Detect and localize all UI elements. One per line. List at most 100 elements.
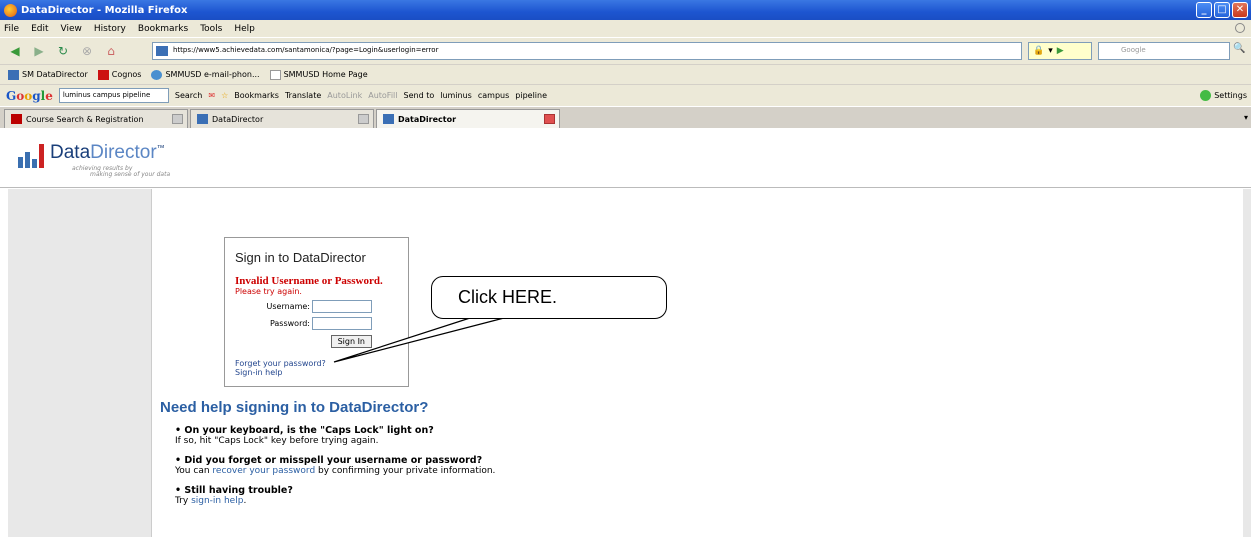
forward-icon[interactable]: ▶: [30, 42, 48, 60]
right-gutter: [1243, 189, 1251, 537]
menu-help[interactable]: Help: [234, 24, 255, 34]
bookmark-label: SMMUSD Home Page: [283, 70, 368, 79]
star-icon[interactable]: ☆: [221, 91, 228, 100]
tab-close-icon[interactable]: [172, 114, 183, 124]
signin-help-link[interactable]: Sign-in help: [235, 368, 326, 377]
bookmark-label: Cognos: [111, 70, 142, 79]
help-item-title: • Did you forget or misspell your userna…: [175, 455, 483, 466]
site-favicon-icon: [156, 46, 168, 56]
bookmark-cognos[interactable]: Cognos: [97, 69, 142, 80]
menu-history[interactable]: History: [94, 24, 126, 34]
minimize-icon[interactable]: _: [1196, 2, 1212, 18]
google-campus-button[interactable]: campus: [478, 91, 509, 100]
help-item-text: Try sign-in help.: [175, 496, 247, 506]
logo-tagline: achieving results by making sense of you…: [72, 165, 171, 178]
gmail-icon[interactable]: ✉: [208, 91, 215, 100]
tab-list-icon[interactable]: ▾: [1244, 113, 1248, 122]
reload-icon[interactable]: ↻: [54, 42, 72, 60]
maximize-icon[interactable]: □: [1214, 2, 1230, 18]
help-item-title: • On your keyboard, is the "Caps Lock" l…: [175, 425, 434, 436]
tab-datadirector-1[interactable]: DataDirector: [190, 109, 374, 128]
tab-label: DataDirector: [398, 114, 457, 124]
menu-bookmarks[interactable]: Bookmarks: [138, 24, 188, 34]
menu-tools[interactable]: Tools: [200, 24, 222, 34]
signin-title: Sign in to DataDirector: [235, 250, 366, 265]
firefox-icon: [4, 3, 17, 17]
tab-close-icon[interactable]: [544, 114, 555, 124]
error-hint: Please try again.: [235, 287, 302, 296]
sign-in-button[interactable]: Sign In: [330, 335, 372, 348]
username-field[interactable]: [312, 300, 372, 313]
google-toolbar: Google luminus campus pipeline Search ✉ …: [0, 84, 1251, 106]
url-bar-buttons: 🔒 ▾ ▶: [1028, 42, 1092, 60]
help-heading: Need help signing in to DataDirector?: [160, 399, 429, 416]
bookmark-icon: [151, 69, 163, 80]
callout-annotation: Click HERE.: [431, 276, 667, 319]
go-icon[interactable]: ▶: [1057, 46, 1064, 56]
search-icon[interactable]: 🔍: [1233, 43, 1247, 57]
tab-datadirector-2[interactable]: DataDirector: [376, 109, 560, 128]
forgot-password-link[interactable]: Forget your password?: [235, 359, 326, 368]
password-label: Password:: [269, 319, 310, 328]
signin-links: Forget your password? Sign-in help: [235, 359, 326, 377]
tab-favicon-icon: [383, 114, 394, 124]
menu-bar: File Edit View History Bookmarks Tools H…: [0, 20, 1251, 37]
google-sendto-button[interactable]: Send to: [404, 91, 435, 100]
google-search-input[interactable]: luminus campus pipeline: [58, 88, 169, 103]
google-autofill-button[interactable]: AutoFill: [368, 91, 397, 100]
bookmark-label: SM DataDirector: [22, 70, 88, 79]
settings-label: Settings: [1214, 91, 1247, 100]
window-title-bar: DataDirector - Mozilla Firefox _ □ ✕: [0, 0, 1251, 20]
bookmark-sm-datadirector[interactable]: SM DataDirector: [8, 69, 88, 80]
tab-close-icon[interactable]: [358, 114, 369, 124]
search-input[interactable]: Google: [1098, 42, 1230, 60]
url-bar[interactable]: https://www5.achievedata.com/santamonica…: [152, 42, 1022, 60]
google-pipeline-button[interactable]: pipeline: [515, 91, 547, 100]
help-item-text: If so, hit "Caps Lock" key before trying…: [175, 436, 379, 446]
callout-text: Click HERE.: [458, 287, 558, 307]
dropdown-arrow-icon[interactable]: ▾: [1048, 46, 1053, 56]
google-luminus-button[interactable]: luminus: [440, 91, 472, 100]
bookmark-label: SMMUSD e-mail-phon...: [165, 70, 260, 79]
error-message: Invalid Username or Password.: [235, 275, 383, 287]
left-gutter: [8, 189, 151, 537]
home-icon[interactable]: ⌂: [102, 42, 120, 60]
tab-favicon-icon: [11, 114, 22, 124]
menu-edit[interactable]: Edit: [31, 24, 48, 34]
bookmark-icon: [269, 69, 281, 80]
google-translate-button[interactable]: Translate: [285, 91, 321, 100]
lock-icon[interactable]: 🔒: [1033, 46, 1044, 56]
signin-help-link-2[interactable]: sign-in help: [191, 496, 243, 506]
back-icon[interactable]: ◀: [6, 42, 24, 60]
password-field[interactable]: [312, 317, 372, 330]
close-icon[interactable]: ✕: [1232, 2, 1248, 18]
throbber-icon: [1235, 23, 1245, 33]
tab-bar: Course Search & Registration DataDirecto…: [0, 106, 1251, 128]
google-autolink-button[interactable]: AutoLink: [327, 91, 362, 100]
bookmark-icon: [97, 69, 109, 80]
help-item-caps-lock: • On your keyboard, is the "Caps Lock" l…: [175, 425, 495, 446]
tab-course-search[interactable]: Course Search & Registration: [4, 109, 188, 128]
password-row: Password:: [235, 317, 398, 330]
window-controls: _ □ ✕: [1196, 2, 1248, 18]
help-section: Need help signing in to DataDirector? • …: [160, 399, 495, 506]
bookmark-icon: [8, 69, 19, 80]
recover-password-link[interactable]: recover your password: [212, 466, 315, 476]
menu-view[interactable]: View: [61, 24, 82, 34]
settings-icon: [1200, 90, 1212, 101]
signin-panel: Sign in to DataDirector Invalid Username…: [224, 237, 409, 387]
google-settings-button[interactable]: Settings: [1200, 90, 1247, 101]
bookmark-smmusd-home[interactable]: SMMUSD Home Page: [269, 69, 368, 80]
logo-bars-icon: [18, 142, 44, 168]
username-label: Username:: [266, 302, 310, 311]
menu-file[interactable]: File: [4, 24, 19, 34]
tab-label: DataDirector: [212, 114, 264, 124]
google-search-button[interactable]: Search: [175, 91, 202, 100]
bookmark-smmusd-email[interactable]: SMMUSD e-mail-phon...: [151, 69, 260, 80]
google-bookmarks-button[interactable]: Bookmarks: [234, 91, 279, 100]
tab-favicon-icon: [197, 114, 208, 124]
tab-label: Course Search & Registration: [26, 114, 144, 124]
google-logo: Google: [6, 88, 53, 103]
help-item-trouble: • Still having trouble? Try sign-in help…: [175, 485, 495, 506]
stop-icon[interactable]: ⊗: [78, 42, 96, 60]
